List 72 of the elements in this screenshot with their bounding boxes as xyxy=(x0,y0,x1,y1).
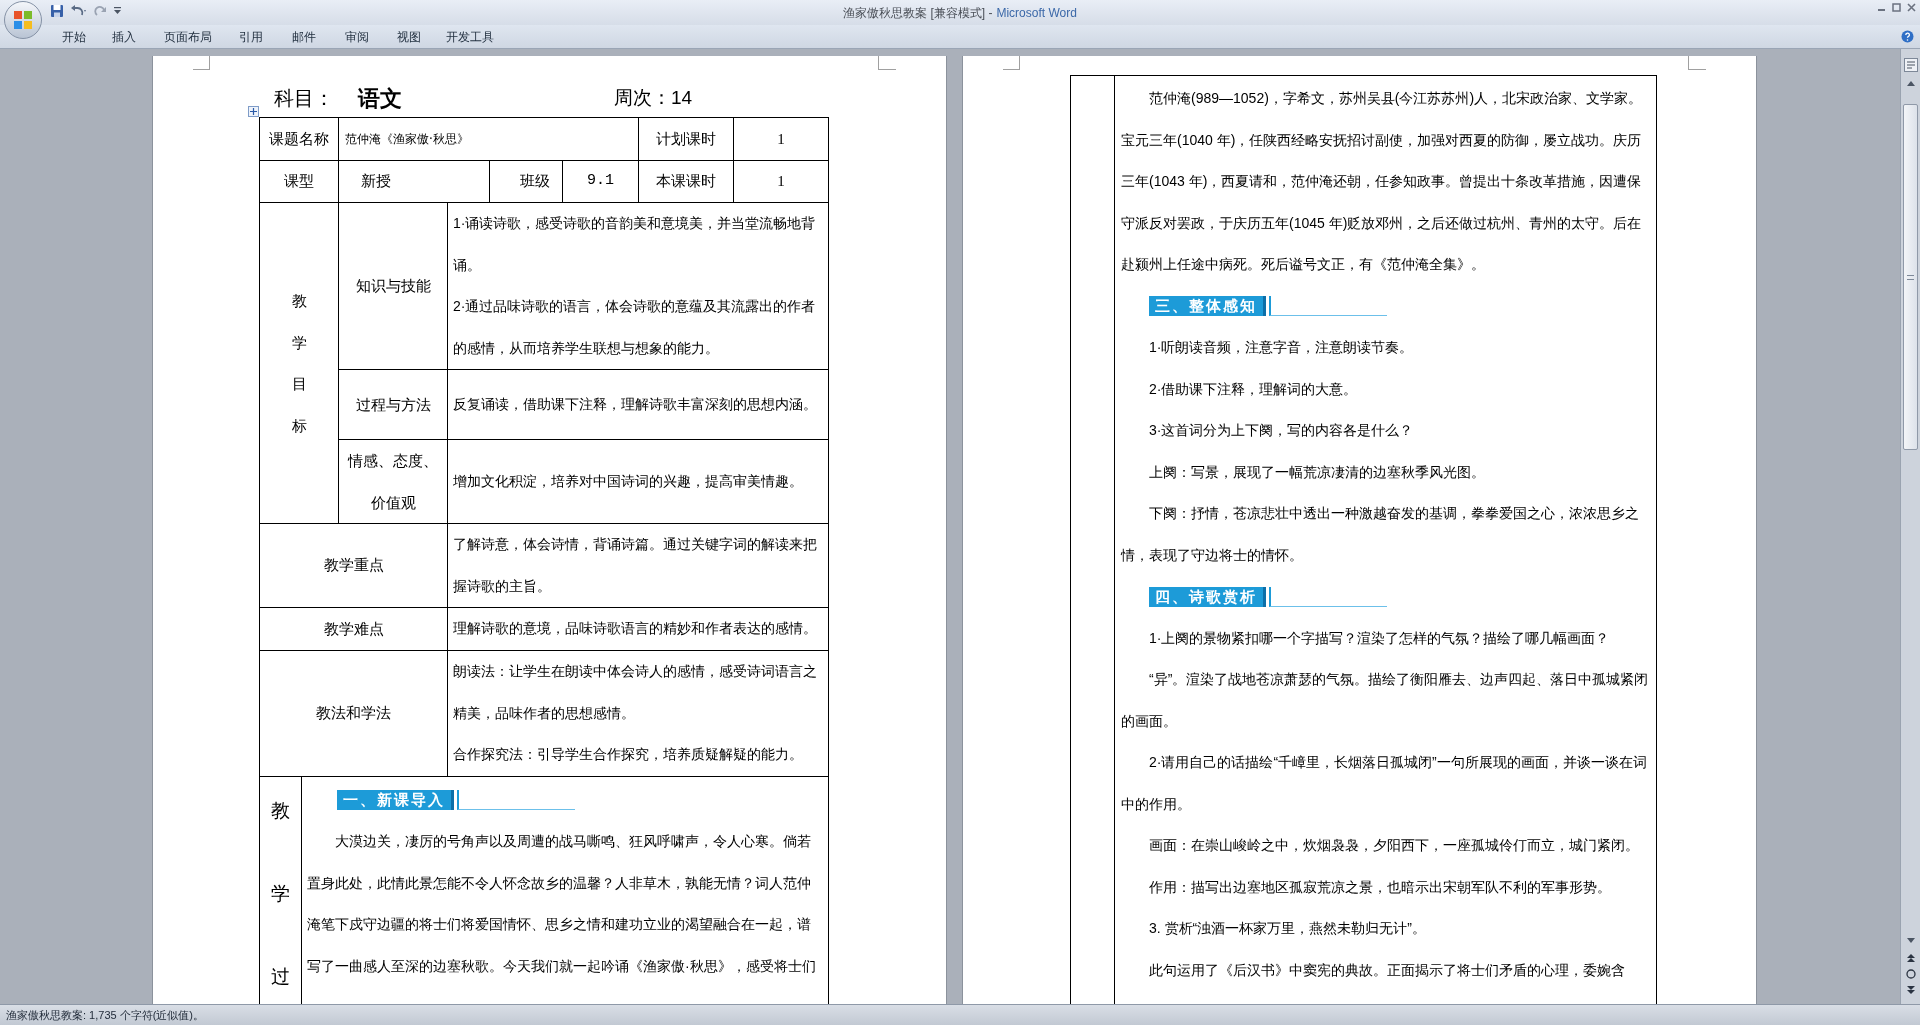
ruler-toggle-icon[interactable] xyxy=(1903,58,1918,72)
table-label: 情感、态度、价值观 xyxy=(338,439,448,524)
paragraph: 3. 赏析“浊酒一杯家万里，燕然未勒归无计”。 xyxy=(1148,919,1427,938)
office-logo-icon xyxy=(12,9,34,31)
ribbon-tab[interactable]: 邮件 xyxy=(276,27,331,46)
table-cell: 1 xyxy=(733,160,829,203)
table-label: 课题名称 xyxy=(259,117,339,161)
table-label: 教学难点 xyxy=(259,607,448,651)
table-label: 过程与方法 xyxy=(338,369,448,440)
paragraph: 大漠边关，凄厉的号角声以及周遭的战马嘶鸣、狂风呼啸声，令人心寒。倘若置身此处，此情此景怎能不令人怀念故乡的温馨？人非草木，孰能无情？词人范仲淹笔下戍守边疆的将士们将爱国情怀、思乡之情和建功立业的渴望融合在一起，谱写了一曲感人至深的边塞秋歌。今天我们就一起吟诵《渔家傲·秋思》，感受将士们 xyxy=(307,832,817,976)
cell-paragraph: 1·诵读诗歌，感受诗歌的音韵美和意境美，并当堂流畅地背诵。 xyxy=(453,214,817,275)
cell-paragraph: 了解诗意，体会诗情，背诵诗篇。通过关键字词的解读来把握诗歌的主旨。 xyxy=(453,535,818,596)
vertical-label: 教学目标 xyxy=(291,291,307,436)
table-cell: 9.1 xyxy=(562,160,639,203)
paragraph: 2·请用自己的话描绘“千嶂里，长烟落日孤城闭”一句所展现的画面，并谈一谈在词中的作用。 xyxy=(1121,753,1648,814)
table-label: 知识与技能 xyxy=(338,202,448,370)
paragraph: 范仲淹(989—1052)，字希文，苏州吴县(今江苏苏州)人，北宋政治家、文学家。宝元三年(1040 年)，任陕西经略安抚招讨副使，加强对西夏的防御，屡立战功。庆历三年(1043 年)，西夏请和，范仲淹还朝，任参知政事。曾提出十条改革措施，因遭保守派反对罢政，于庆历五年(1045 年)贬放邓州，之后还做过杭州、青州的太守。后在赴颍州上任途中病死。死后谥号文正，有《范仲淹全集》。 xyxy=(1121,89,1644,274)
section-heading: 三、整体感知 xyxy=(1149,296,1266,317)
paragraph: 作用：描写出边塞地区孤寂荒凉之景，也暗示出宋朝军队不利的军事形势。 xyxy=(1148,877,1612,897)
section-heading: 四、诗歌赏析 xyxy=(1149,586,1266,607)
help-icon[interactable] xyxy=(1901,30,1914,43)
cell-paragraph: 2·通过品味诗歌的语言，体会诗歌的意蕴及其流露出的作者的感情，从而培养学生联想与想象的能力。 xyxy=(453,297,817,358)
close-icon[interactable] xyxy=(1907,3,1916,12)
table-move-handle-icon[interactable] xyxy=(248,106,259,117)
table-label: 班级 xyxy=(489,160,563,203)
ribbon-tab[interactable]: 开发工具 xyxy=(435,27,505,46)
ribbon-tab[interactable]: 页面布局 xyxy=(150,27,226,46)
window-title: 渔家傲秋思教案 [兼容模式] - xyxy=(843,4,993,22)
cell-paragraph: 增加文化积淀，培养对中国诗词的兴趣，提高审美情趣。 xyxy=(453,471,804,491)
table-cell: 范仲淹《渔家傲·秋思》 xyxy=(338,117,639,161)
table-cell: 新授 xyxy=(338,160,490,203)
crop-mark xyxy=(1003,56,1020,70)
table-label: 课型 xyxy=(259,160,339,203)
cell-paragraph: 合作探究法：引导学生合作探究，培养质疑解疑的能力。 xyxy=(453,745,804,764)
table-label: 教法和学法 xyxy=(259,650,448,776)
cell-paragraph: 朗读法：让学生在朗读中体会诗人的感情，感受诗词语言之精美，品味作者的思想感情。 xyxy=(453,662,818,723)
paragraph: “异”。渲染了战地苍凉萧瑟的气氛。描绘了衡阳雁去、边声四起、落日中孤城紧闭的画面。 xyxy=(1121,670,1650,731)
subject-value: 语文 xyxy=(358,84,402,113)
paragraph: 1·上阕的景物紧扣哪一个字描写？渲染了怎样的气氛？描绘了哪几幅画面？ xyxy=(1148,628,1611,648)
table-label: 计划课时 xyxy=(638,117,734,161)
ribbon-tab[interactable]: 视图 xyxy=(383,27,435,46)
ribbon-tab[interactable]: 审阅 xyxy=(331,27,383,46)
ribbon-tab[interactable]: 引用 xyxy=(226,27,276,46)
browse-object-icon[interactable] xyxy=(1904,968,1917,980)
week-number: 周次：14 xyxy=(614,85,693,110)
paragraph: 画面：在崇山峻岭之中，炊烟袅袅，夕阳西下，一座孤城伶仃而立，城门紧闭。 xyxy=(1148,836,1640,855)
subject-label: 科目： xyxy=(274,86,335,111)
app-name: Microsoft Word xyxy=(996,4,1077,22)
crop-mark xyxy=(878,56,896,70)
table-cell: 1 xyxy=(733,117,829,161)
save-icon[interactable] xyxy=(50,4,64,18)
paragraph: 上阕：写景，展现了一幅荒凉凄清的边塞秋季风光图。 xyxy=(1148,462,1486,482)
crop-mark xyxy=(1688,56,1706,70)
paragraph: 3·这首词分为上下阕，写的内容各是什么？ xyxy=(1148,421,1415,440)
paragraph: 2·借助课下注释，理解词的大意。 xyxy=(1148,379,1359,399)
maximize-icon[interactable] xyxy=(1892,3,1901,12)
table-label: 本课课时 xyxy=(638,160,734,203)
cell-paragraph: 理解诗歌的意境，品味诗歌语言的精妙和作者表达的感情。 xyxy=(453,619,818,639)
scrollbar-thumb[interactable] xyxy=(1903,104,1918,450)
crop-mark xyxy=(193,56,210,70)
paragraph: 下阕：抒情，苍凉悲壮中透出一种激越奋发的基调，拳拳爱国之心，浓浓思乡之情，表现了守边将士的情怀。 xyxy=(1121,504,1640,565)
vertical-label: 教学过 xyxy=(271,798,290,989)
customize-caret-icon[interactable] xyxy=(114,7,121,15)
section-heading: 一、新课导入 xyxy=(337,790,454,811)
table-label: 教学重点 xyxy=(259,523,448,608)
ribbon-tab[interactable]: 开始 xyxy=(50,27,98,46)
cell-paragraph: 反复诵读，借助课下注释，理解诗歌丰富深刻的思想内涵。 xyxy=(453,394,818,414)
word-count-status[interactable]: 渔家傲秋思教案: 1,735 个字符(近似值)。 xyxy=(6,1006,205,1024)
paragraph: 此句运用了《后汉书》中窦宪的典故。正面揭示了将士们矛盾的心理，委婉含 xyxy=(1148,960,1626,980)
paragraph: 1·听朗读音频，注意字音，注意朗读节奏。 xyxy=(1148,338,1415,357)
ribbon-tab[interactable]: 插入 xyxy=(98,27,150,46)
undo-icon[interactable] xyxy=(70,4,88,18)
